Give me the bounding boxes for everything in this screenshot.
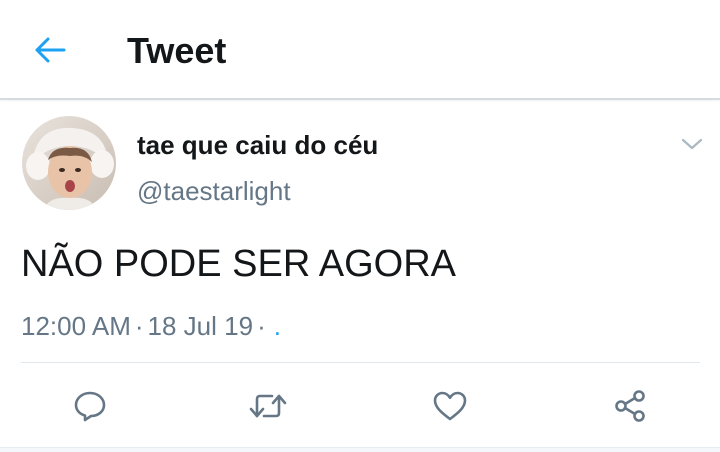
tweet-actions-bar bbox=[0, 372, 720, 438]
author-handle[interactable]: @taestarlight bbox=[137, 175, 291, 207]
back-button[interactable] bbox=[22, 28, 78, 72]
arrow-left-icon bbox=[34, 36, 66, 64]
retweet-button[interactable] bbox=[242, 380, 294, 432]
author-display-name[interactable]: tae que caiu do céu bbox=[137, 129, 378, 161]
retweet-icon bbox=[248, 390, 288, 422]
tweet-date: 18 Jul 19 bbox=[147, 311, 254, 341]
tweet-meta: 12:00 AM · 18 Jul 19 ·. bbox=[21, 310, 281, 342]
avatar[interactable] bbox=[22, 116, 116, 210]
chevron-down-icon bbox=[681, 137, 703, 151]
tweet-text: NÃO PODE SER AGORA bbox=[21, 243, 456, 285]
meta-separator: · bbox=[257, 311, 266, 341]
reply-icon bbox=[73, 389, 107, 423]
bottom-divider bbox=[0, 447, 720, 452]
tweet-time: 12:00 AM bbox=[21, 311, 131, 341]
share-icon bbox=[612, 388, 648, 424]
heart-icon bbox=[432, 390, 468, 422]
tweet-source-link[interactable]: . bbox=[270, 311, 281, 341]
like-button[interactable] bbox=[424, 380, 476, 432]
page-title: Tweet bbox=[127, 30, 227, 71]
divider bbox=[21, 362, 700, 363]
meta-separator: · bbox=[134, 311, 144, 341]
tweet-menu-button[interactable] bbox=[672, 126, 712, 162]
share-button[interactable] bbox=[604, 380, 656, 432]
reply-button[interactable] bbox=[64, 380, 116, 432]
top-app-bar: Tweet bbox=[0, 0, 720, 100]
